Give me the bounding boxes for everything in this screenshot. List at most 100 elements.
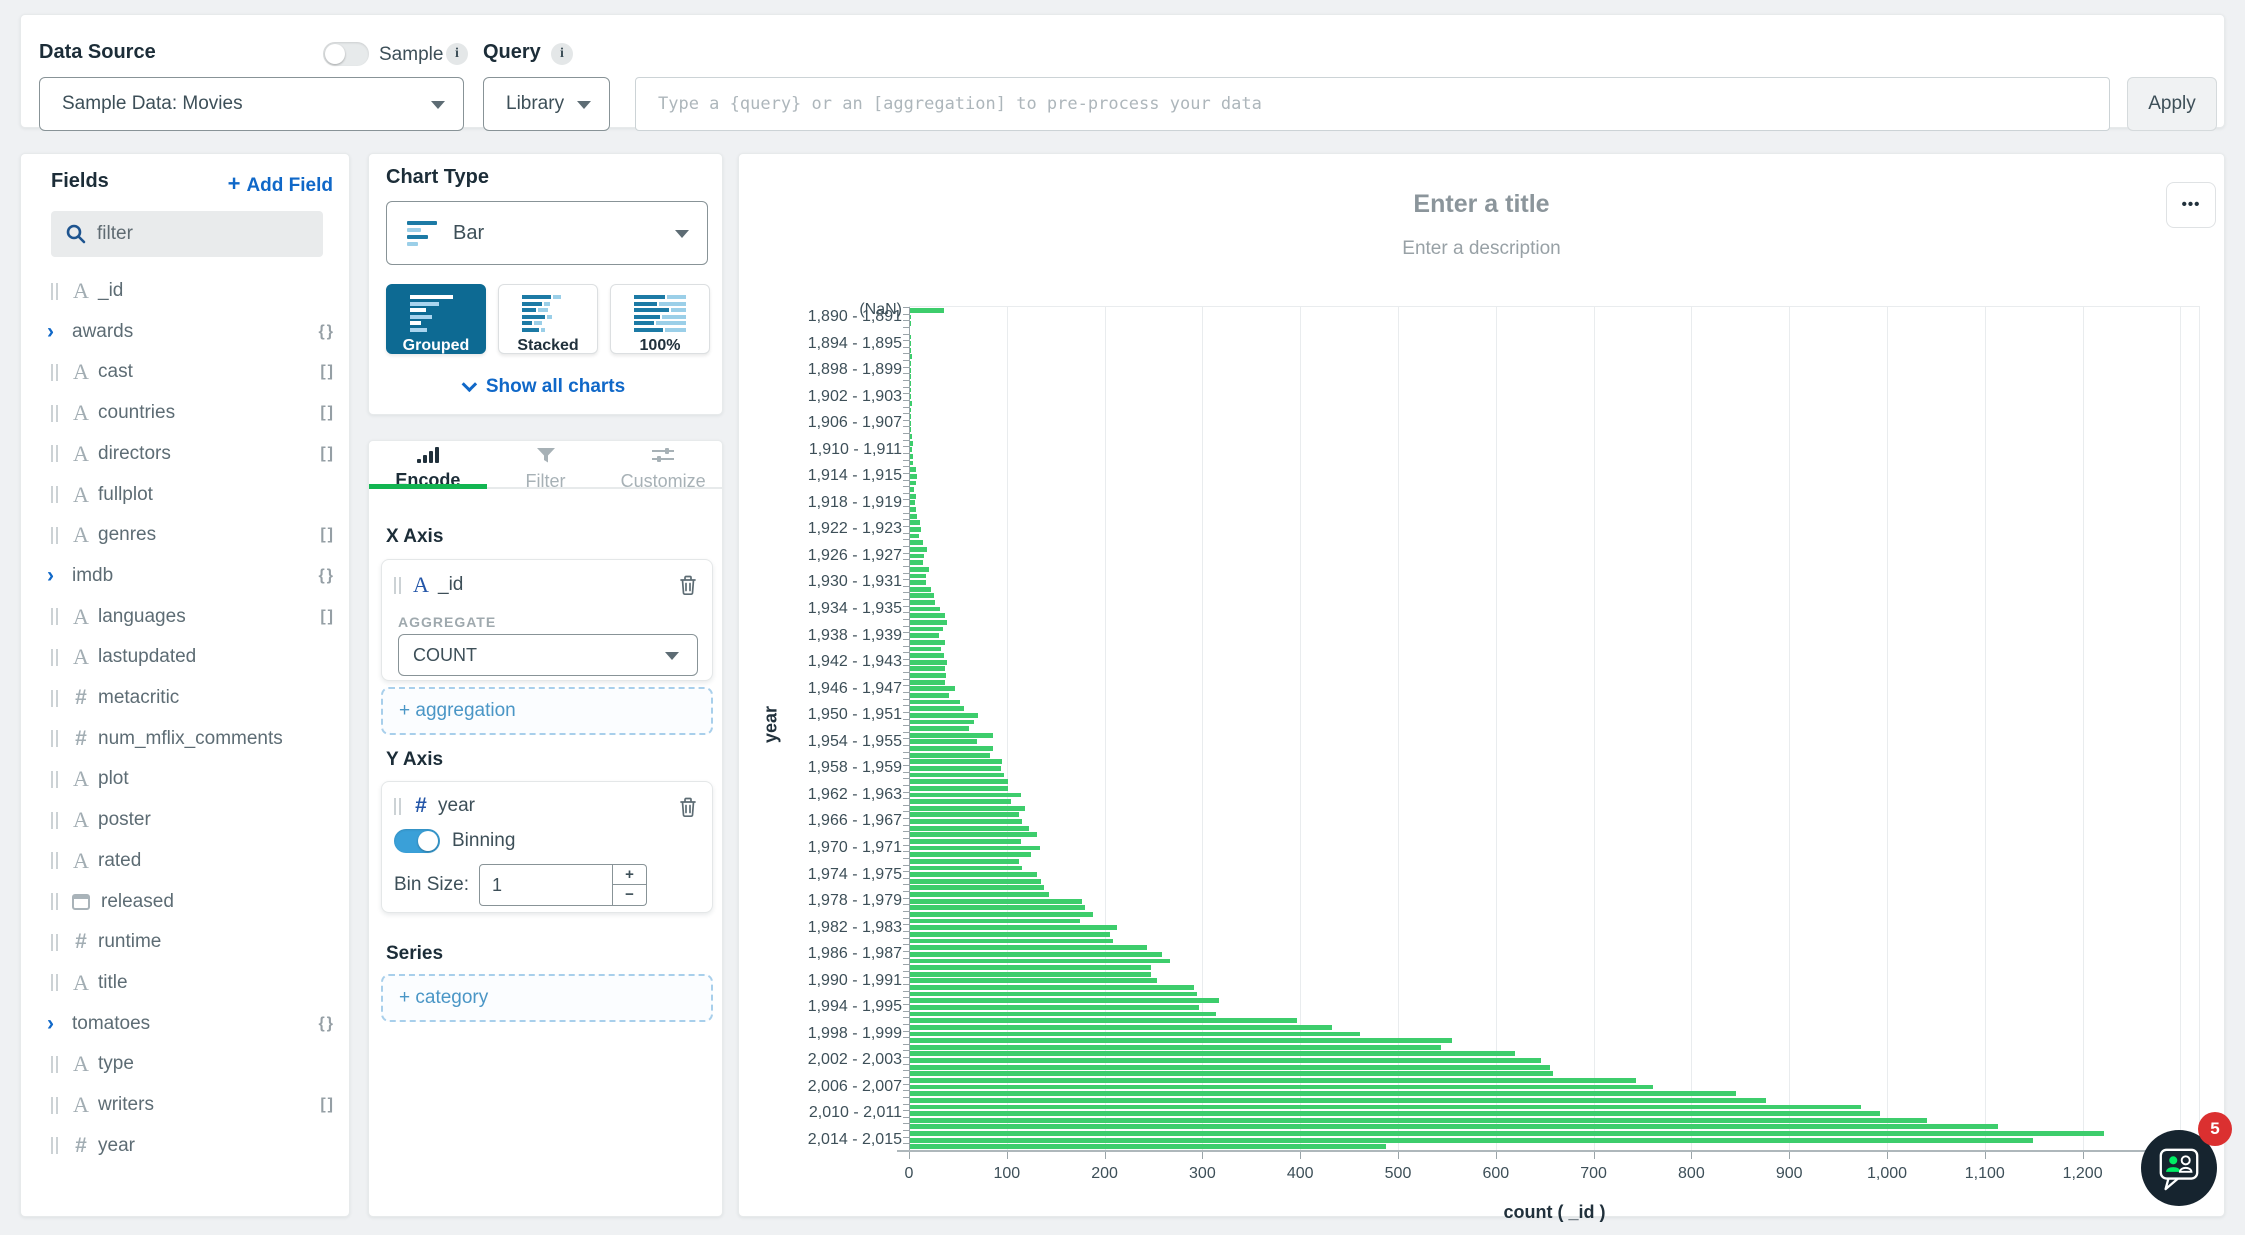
y-tick: [903, 1031, 909, 1032]
field-row-directors[interactable]: Adirectors[]: [21, 434, 351, 474]
y-tick: [903, 831, 909, 832]
y-tick-label: 1,902 - 1,903: [742, 388, 902, 406]
trash-icon[interactable]: [678, 796, 698, 818]
drag-handle-icon[interactable]: [51, 649, 60, 666]
apply-button[interactable]: Apply: [2127, 77, 2217, 131]
show-all-charts-link[interactable]: Show all charts: [369, 376, 722, 398]
field-row-num_mflix_comments[interactable]: #num_mflix_comments: [21, 719, 351, 759]
y-axis-field[interactable]: # year: [394, 794, 475, 818]
x-tick-label: 400: [1255, 1165, 1345, 1183]
drag-handle-icon[interactable]: [51, 405, 60, 422]
tab-encode[interactable]: Encode: [369, 441, 487, 487]
drag-handle-icon[interactable]: [394, 798, 403, 815]
chart-subtype-stacked[interactable]: Stacked: [498, 284, 598, 354]
drag-handle-icon[interactable]: [51, 283, 60, 300]
drag-handle-icon[interactable]: [51, 1056, 60, 1073]
field-row-runtime[interactable]: #runtime: [21, 922, 351, 962]
chart-type-select[interactable]: Bar: [386, 201, 708, 265]
expand-chevron-icon[interactable]: ›: [47, 1015, 60, 1032]
drag-handle-icon[interactable]: [51, 812, 60, 829]
field-row-fullplot[interactable]: Afullplot: [21, 475, 351, 515]
drag-handle-icon[interactable]: [51, 486, 60, 503]
sample-label: Sample: [379, 44, 443, 66]
field-row-tomatoes[interactable]: ›tomatoes{}: [21, 1004, 351, 1044]
chart-title-placeholder[interactable]: Enter a title: [739, 190, 2224, 219]
drag-handle-icon[interactable]: [51, 364, 60, 381]
query-input[interactable]: [635, 77, 2110, 131]
field-row-countries[interactable]: Acountries[]: [21, 393, 351, 433]
expand-chevron-icon[interactable]: ›: [47, 323, 60, 340]
drag-handle-icon[interactable]: [51, 608, 60, 625]
field-row-rated[interactable]: Arated: [21, 841, 351, 881]
sample-info-icon[interactable]: i: [446, 43, 468, 65]
field-row-_id[interactable]: A_id: [21, 271, 351, 311]
add-aggregation-button[interactable]: + aggregation: [381, 687, 713, 735]
gridline: [1887, 307, 1888, 1150]
field-row-genres[interactable]: Agenres[]: [21, 515, 351, 555]
tab-customize[interactable]: Customize: [604, 441, 722, 487]
x-tick-label: 200: [1060, 1165, 1150, 1183]
drag-handle-icon[interactable]: [394, 577, 403, 594]
field-row-imdb[interactable]: ›imdb{}: [21, 556, 351, 596]
bar: [910, 1105, 1861, 1110]
chart-subtype-100pct[interactable]: 100%: [610, 284, 710, 354]
bar: [910, 574, 926, 579]
add-category-button[interactable]: + category: [381, 974, 713, 1022]
library-select[interactable]: Library: [483, 77, 610, 131]
drag-handle-icon[interactable]: [51, 1137, 60, 1154]
field-row-languages[interactable]: Alanguages[]: [21, 597, 351, 637]
object-badge: {}: [319, 1015, 335, 1033]
chart-menu-button[interactable]: •••: [2166, 182, 2216, 228]
string-type-icon: A: [69, 807, 93, 833]
signal-bars-icon: [417, 447, 439, 463]
field-row-awards[interactable]: ›awards{}: [21, 312, 351, 352]
field-row-plot[interactable]: Aplot: [21, 759, 351, 799]
field-row-title[interactable]: Atitle: [21, 963, 351, 1003]
drag-handle-icon[interactable]: [51, 893, 60, 910]
field-row-type[interactable]: Atype: [21, 1044, 351, 1084]
x-axis-field[interactable]: A _id: [394, 572, 463, 598]
drag-handle-icon[interactable]: [51, 527, 60, 544]
field-row-released[interactable]: released: [21, 882, 351, 922]
x-tick: [1496, 1152, 1497, 1159]
drag-handle-icon[interactable]: [51, 1097, 60, 1114]
bar: [910, 713, 978, 718]
drag-handle-icon[interactable]: [51, 445, 60, 462]
data-source-select[interactable]: Sample Data: Movies: [39, 77, 464, 131]
x-tick: [1985, 1152, 1986, 1159]
query-info-icon[interactable]: i: [551, 43, 573, 65]
sample-toggle[interactable]: [323, 42, 369, 66]
aggregate-label: AGGREGATE: [398, 614, 496, 630]
bar: [910, 593, 934, 598]
bar: [910, 1138, 2033, 1143]
trash-icon[interactable]: [678, 574, 698, 596]
expand-chevron-icon[interactable]: ›: [47, 567, 60, 584]
drag-handle-icon[interactable]: [51, 771, 60, 788]
string-type-icon: A: [69, 441, 93, 467]
chart-description-placeholder[interactable]: Enter a description: [739, 238, 2224, 260]
chart-subtype-grouped[interactable]: Grouped: [386, 284, 486, 354]
drag-handle-icon[interactable]: [51, 852, 60, 869]
tab-filter[interactable]: Filter: [487, 441, 605, 487]
add-field-button[interactable]: +Add Field: [228, 171, 333, 197]
bar: [910, 607, 940, 612]
field-filter-box[interactable]: [51, 211, 323, 257]
aggregate-select[interactable]: COUNT: [398, 634, 698, 676]
drag-handle-icon[interactable]: [51, 730, 60, 747]
drag-handle-icon[interactable]: [51, 974, 60, 991]
field-row-poster[interactable]: Aposter: [21, 800, 351, 840]
binning-toggle[interactable]: [394, 829, 440, 853]
field-row-year[interactable]: #year: [21, 1126, 351, 1166]
field-row-cast[interactable]: Acast[]: [21, 352, 351, 392]
field-row-lastupdated[interactable]: Alastupdated: [21, 637, 351, 677]
bin-size-input[interactable]: [479, 864, 613, 906]
y-tick: [903, 971, 909, 972]
y-tick: [903, 646, 909, 647]
field-filter-input[interactable]: [97, 223, 297, 245]
stepper-decrement-button[interactable]: −: [613, 885, 647, 906]
drag-handle-icon[interactable]: [51, 690, 60, 707]
field-row-metacritic[interactable]: #metacritic: [21, 678, 351, 718]
stepper-increment-button[interactable]: +: [613, 864, 647, 885]
drag-handle-icon[interactable]: [51, 934, 60, 951]
field-row-writers[interactable]: Awriters[]: [21, 1085, 351, 1125]
